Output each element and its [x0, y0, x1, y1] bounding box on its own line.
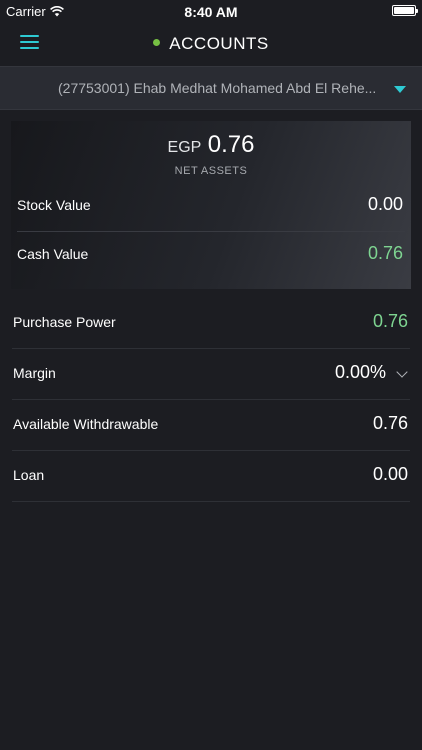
status-time: 8:40 AM [184, 4, 238, 20]
available-withdrawable-value: 0.76 [372, 413, 408, 433]
stock-value-row: Stock Value 0.00 [17, 182, 405, 230]
available-withdrawable-row: Available Withdrawable 0.76 [12, 400, 410, 451]
net-assets-label: NET ASSETS [174, 165, 248, 177]
battery-icon [392, 5, 418, 16]
page-title-label: ACCOUNTS [169, 34, 269, 53]
currency-label: EGP [167, 139, 202, 156]
margin-value: 0.00% [334, 362, 386, 382]
chevron-down-icon[interactable] [396, 366, 408, 378]
loan-value: 0.00 [372, 464, 408, 484]
stock-value: 0.00 [367, 194, 403, 214]
net-assets-amount: EGP 0.76 [11, 131, 411, 159]
available-withdrawable-label: Available Withdrawable [13, 416, 159, 432]
net-assets-card: EGP 0.76 NET ASSETS Stock Value 0.00 Cas… [11, 121, 411, 289]
caret-down-icon[interactable] [394, 86, 406, 93]
cash-value-label: Cash Value [17, 246, 89, 262]
nav-bar: ACCOUNTS [0, 22, 422, 66]
account-selector-value: (27753001) Ehab Medhat Mohamed Abd El Re… [58, 80, 377, 96]
account-selector[interactable]: (27753001) Ehab Medhat Mohamed Abd El Re… [0, 66, 422, 110]
net-assets-value: 0.76 [207, 131, 255, 158]
account-details-list: Purchase Power 0.76 Margin 0.00% Availab… [0, 298, 422, 502]
purchase-power-row: Purchase Power 0.76 [12, 298, 410, 349]
cash-value-row: Cash Value 0.76 [17, 231, 405, 279]
loan-row: Loan 0.00 [12, 451, 410, 502]
purchase-power-label: Purchase Power [13, 314, 116, 330]
connection-status-dot-icon [153, 39, 161, 46]
page-title: ACCOUNTS [0, 34, 422, 54]
cash-value: 0.76 [367, 243, 403, 263]
loan-label: Loan [13, 467, 45, 483]
status-bar: Carrier 8:40 AM [0, 0, 422, 22]
stock-value-label: Stock Value [17, 197, 91, 213]
purchase-power-value: 0.76 [372, 311, 408, 331]
margin-label: Margin [13, 365, 56, 381]
margin-row[interactable]: Margin 0.00% [12, 349, 410, 400]
